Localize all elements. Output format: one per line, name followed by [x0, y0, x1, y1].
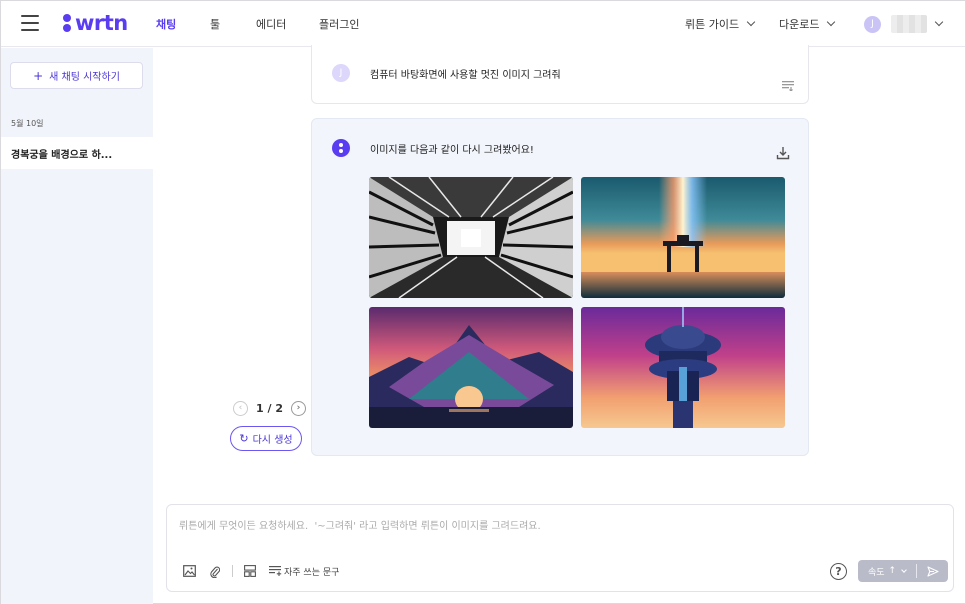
send-icon [926, 565, 939, 577]
logo-text: wrtn [75, 11, 128, 35]
chevron-down-icon [934, 17, 944, 27]
text-lines-icon[interactable] [782, 81, 794, 91]
toolbar-divider [232, 565, 233, 577]
regenerate-label: 다시 생성 [252, 435, 293, 446]
download-icon[interactable] [776, 146, 790, 160]
hamburger-menu-icon[interactable] [21, 15, 39, 31]
sidebar: + 새 채팅 시작하기 5월 10일 경복궁을 배경으로 하... [1, 48, 153, 604]
logo-dots-icon [63, 13, 71, 33]
arrow-up-icon: ↑ [888, 566, 897, 576]
send-controls: 속도 ↑ [858, 560, 948, 582]
guide-dropdown[interactable]: 뤼튼 가이드 [685, 1, 756, 47]
user-menu[interactable]: J [864, 1, 944, 47]
send-button[interactable] [917, 560, 948, 582]
frequent-phrases-label: 자주 쓰는 문구 [284, 567, 340, 578]
list-add-icon [269, 566, 282, 576]
wrtn-logo[interactable]: wrtn [63, 9, 128, 37]
new-chat-button[interactable]: + 새 채팅 시작하기 [10, 62, 143, 89]
ai-message-text: 이미지를 다음과 같이 다시 그려봤어요! [370, 145, 534, 156]
layout-icon[interactable] [242, 563, 258, 579]
blurred-username [891, 15, 927, 33]
generated-image-1[interactable] [369, 177, 573, 298]
regenerate-button[interactable]: ↻ 다시 생성 [230, 426, 302, 451]
chat-history-item[interactable]: 경복궁을 배경으로 하... [1, 137, 153, 169]
user-avatar: J [332, 64, 350, 82]
nav-tab-editor[interactable]: 에디터 [256, 1, 286, 47]
generated-image-2[interactable] [581, 177, 785, 298]
avatar: J [864, 15, 881, 33]
wrtn-bot-icon [332, 139, 350, 157]
help-icon[interactable]: ? [830, 563, 847, 580]
prompt-input[interactable] [179, 515, 939, 537]
ai-response-card: 이미지를 다음과 같이 다시 그려봤어요! [311, 118, 809, 456]
user-message-text: 컴퓨터 바탕화면에 사용할 멋진 이미지 그려줘 [370, 70, 561, 81]
prev-page-icon[interactable]: ‹ [233, 400, 248, 416]
speed-dropdown[interactable]: 속도 ↑ [858, 560, 916, 582]
page-indicator: 1 / 2 [256, 401, 283, 415]
speed-label: 속도 [867, 567, 885, 578]
user-message-card: J 컴퓨터 바탕화면에 사용할 멋진 이미지 그려줘 [311, 45, 809, 104]
image-icon[interactable] [181, 563, 197, 579]
download-dropdown[interactable]: 다운로드 [779, 1, 836, 47]
nav-tab-plugin[interactable]: 플러그인 [319, 1, 359, 47]
generated-image-4[interactable] [581, 307, 785, 428]
generated-image-3[interactable] [369, 307, 573, 428]
refresh-icon: ↻ [239, 432, 249, 445]
chevron-down-icon [746, 17, 756, 27]
top-header: wrtn 채팅 툴 에디터 플러그인 뤼튼 가이드 다운로드 J [1, 1, 965, 47]
frequent-phrases-button[interactable]: 자주 쓰는 문구 [269, 563, 339, 579]
nav-tab-tool[interactable]: 툴 [210, 1, 220, 47]
guide-label: 뤼튼 가이드 [685, 18, 740, 31]
plus-icon: + [33, 68, 44, 83]
chevron-down-icon [827, 17, 836, 27]
response-pager: ‹ 1 / 2 › [233, 399, 306, 417]
next-page-icon[interactable]: › [290, 400, 306, 416]
new-chat-label: 새 채팅 시작하기 [49, 72, 120, 83]
nav-tab-chat[interactable]: 채팅 [156, 1, 176, 47]
prompt-box: 자주 쓰는 문구 ? 속도 ↑ [166, 504, 954, 592]
chat-date-label: 5월 10일 [11, 119, 44, 128]
download-label: 다운로드 [779, 18, 820, 31]
chevron-down-icon [901, 566, 907, 573]
paperclip-icon[interactable] [207, 563, 223, 579]
